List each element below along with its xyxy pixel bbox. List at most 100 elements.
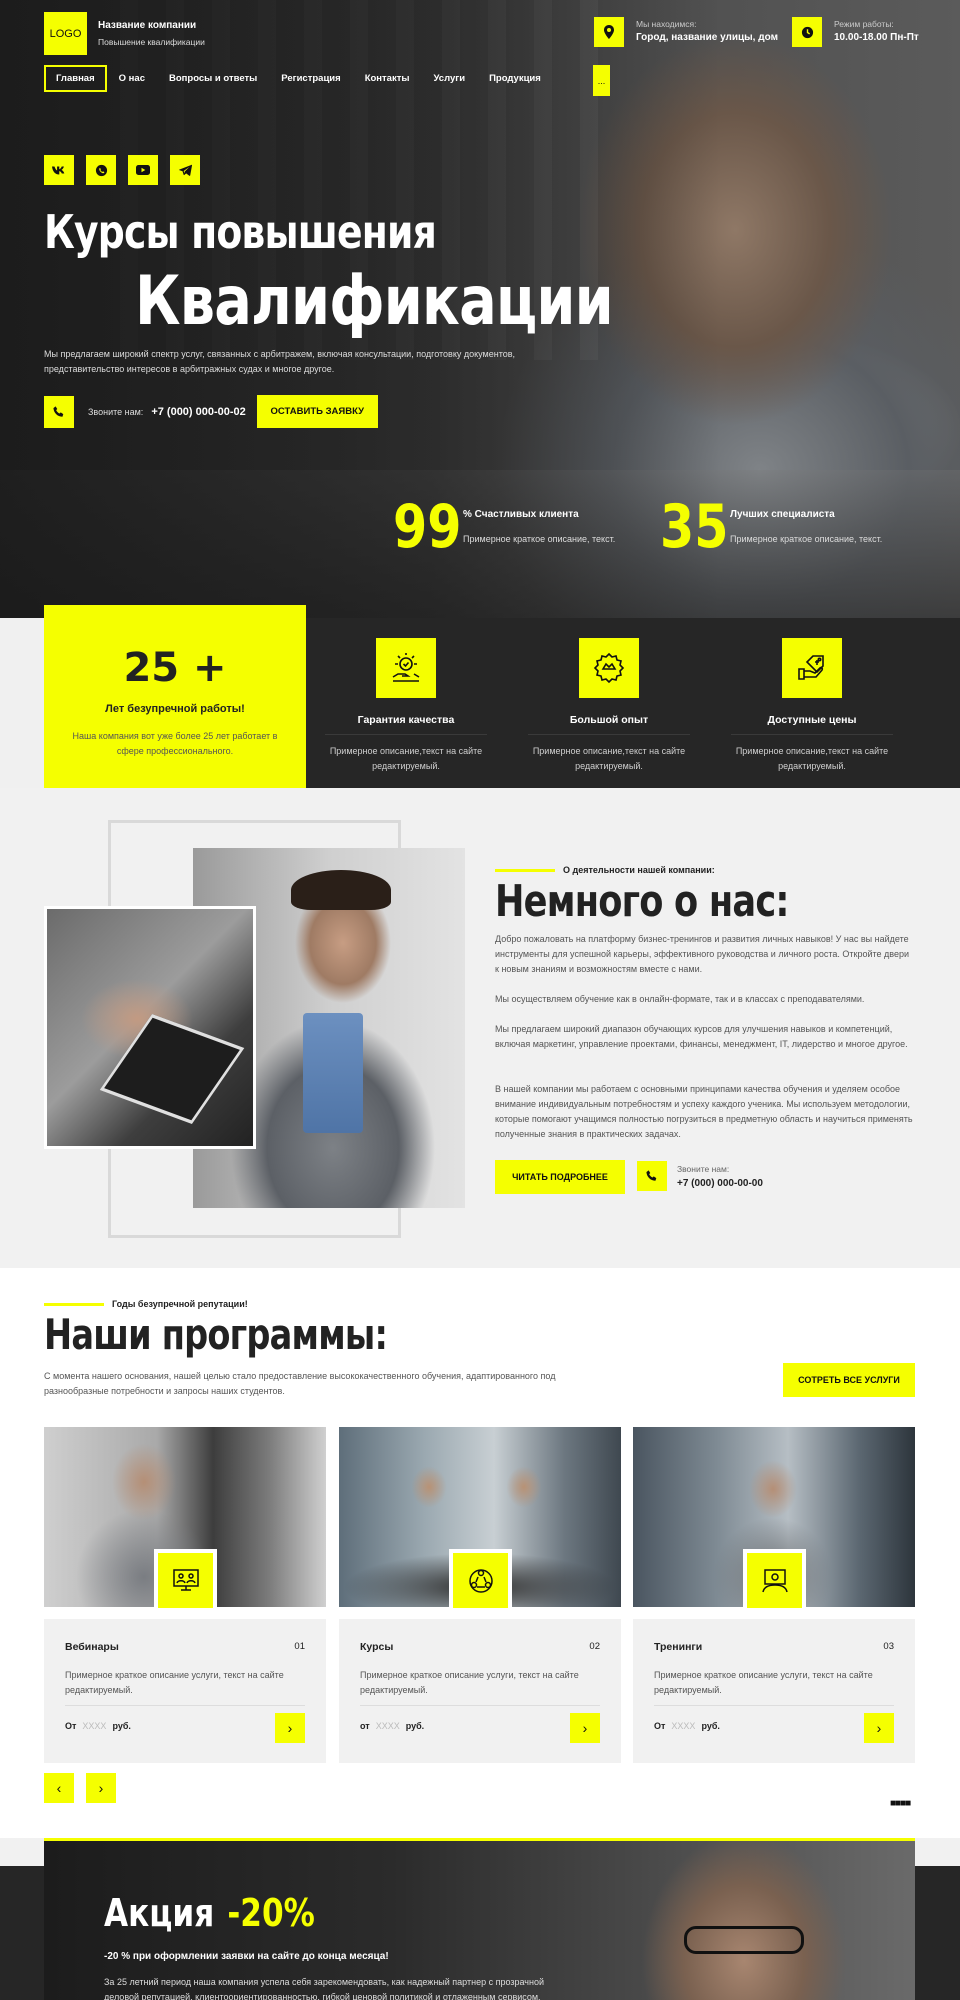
card-price: От XXXX руб. [65, 1721, 131, 1731]
price-icon [782, 638, 842, 698]
experience-icon [579, 638, 639, 698]
hours-info: Режим работы: 10.00-18.00 Пн-Пт [792, 17, 919, 47]
card-title: Вебинары [65, 1641, 119, 1653]
card-description: Примерное краткое описание услуги, текст… [360, 1670, 579, 1695]
nav-item-products[interactable]: Продукция [477, 65, 553, 92]
slider-dots[interactable]: ■■■■ [890, 1798, 911, 1809]
promo-title-text: Акция [104, 1891, 215, 1935]
years-description: Наша компания вот уже более 25 лет работ… [72, 731, 278, 756]
promo-discount: -20% [227, 1891, 315, 1935]
about-paragraph: В нашей компании мы работаем с основными… [495, 1084, 913, 1139]
hero-call-label: Звоните нам: [88, 406, 144, 417]
feature-desc: Примерное описание,текст на сайте редакт… [532, 746, 686, 771]
card-number: 01 [294, 1641, 305, 1652]
years-title: Лет безупречной работы! [105, 703, 245, 715]
nav-item-home[interactable]: Главная [44, 65, 107, 92]
feature-experience: Большой опыт Примерное описание,текст на… [528, 638, 690, 774]
logo[interactable]: LOGO [44, 12, 87, 55]
stat-number: 35 [660, 492, 729, 562]
card-title: Тренинги [654, 1641, 703, 1653]
years-card: 25 + Лет безупречной работы! Наша компан… [44, 605, 306, 788]
stat-specialists: 35 Лучших специалиста Примерное краткое … [660, 497, 882, 557]
courses-icon [449, 1549, 512, 1612]
about-paragraph: Мы предлагаем широкий диапазон обучающих… [495, 1024, 908, 1049]
nav-item-services[interactable]: Услуги [421, 65, 477, 92]
hero-title-line2: Квалификации [135, 262, 614, 341]
about-title: Немного о нас: [495, 876, 790, 927]
company-subtitle: Повышение квалификации [98, 37, 205, 47]
about-phone[interactable]: +7 (000) 000-00-00 [677, 1178, 763, 1189]
social-links [44, 155, 200, 185]
promo-section: Акция -20% -20 % при оформлении заявки н… [0, 1838, 960, 2000]
hero-call-row: Звоните нам: +7 (000) 000-00-02 ОСТАВИТЬ… [44, 395, 378, 428]
whatsapp-icon[interactable] [86, 155, 116, 185]
webinar-icon [154, 1549, 217, 1612]
program-card-webinars[interactable]: Вебинары 01 Примерное краткое описание у… [44, 1427, 326, 1763]
phone-icon[interactable] [44, 395, 74, 428]
phone-icon[interactable] [637, 1161, 667, 1191]
card-price: от XXXX руб. [360, 1721, 425, 1731]
hours-value: 10.00-18.00 Пн-Пт [834, 32, 919, 43]
hours-label: Режим работы: [834, 19, 894, 29]
about-call-block: Звоните нам: +7 (000) 000-00-00 [637, 1161, 763, 1191]
clock-icon [792, 17, 822, 47]
card-number: 02 [589, 1641, 600, 1652]
program-card-courses[interactable]: Курсы 02 Примерное краткое описание услу… [339, 1427, 621, 1763]
main-nav: Главная О нас Вопросы и ответы Регистрац… [44, 65, 553, 92]
location-info: Мы находимся: Город, название улицы, дом [594, 17, 778, 47]
nav-more-button[interactable]: ... [593, 65, 610, 96]
promo-title: Акция -20% [104, 1891, 315, 1935]
card-title: Курсы [360, 1641, 394, 1653]
location-label: Мы находимся: [636, 19, 697, 29]
nav-item-about[interactable]: О нас [107, 65, 157, 92]
feature-title: Доступные цены [731, 714, 893, 735]
feature-prices: Доступные цены Примерное описание,текст … [731, 638, 893, 774]
programs-section: Годы безупречной репутации! Наши програм… [0, 1268, 960, 1838]
chevron-right-icon[interactable]: › [570, 1713, 600, 1743]
read-more-button[interactable]: ЧИТАТЬ ПОДРОБНЕЕ [495, 1160, 625, 1194]
stat-title: Лучших специалиста [730, 509, 835, 520]
about-paragraph: Мы осуществляем обучение как в онлайн-фо… [495, 994, 865, 1004]
programs-eyebrow-text: Годы безупречной репутации! [112, 1299, 248, 1309]
program-card-trainings[interactable]: Тренинги 03 Примерное краткое описание у… [633, 1427, 915, 1763]
stat-number: 99 [393, 492, 462, 562]
location-pin-icon [594, 17, 624, 47]
nav-item-contacts[interactable]: Контакты [353, 65, 422, 92]
features-section: 25 + Лет безупречной работы! Наша компан… [0, 605, 960, 788]
slider-next-button[interactable]: › [86, 1773, 116, 1803]
programs-eyebrow: Годы безупречной репутации! [44, 1299, 248, 1309]
hero-phone[interactable]: +7 (000) 000-00-02 [151, 406, 245, 418]
nav-item-registration[interactable]: Регистрация [269, 65, 352, 92]
card-number: 03 [883, 1641, 894, 1652]
all-services-button[interactable]: СОТРЕТЬ ВСЕ УСЛУГИ [783, 1363, 915, 1397]
card-description: Примерное краткое описание услуги, текст… [65, 1670, 284, 1695]
feature-title: Гарантия качества [325, 714, 487, 735]
training-icon [743, 1549, 806, 1612]
vk-icon[interactable] [44, 155, 74, 185]
promo-subtitle: -20 % при оформлении заявки на сайте до … [104, 1951, 389, 1962]
leave-request-button[interactable]: ОСТАВИТЬ ЗАЯВКУ [256, 395, 378, 428]
stat-desc: Примерное краткое описание, текст. [463, 534, 616, 544]
years-number: 25 + [123, 645, 227, 691]
slider-prev-button[interactable]: ‹ [44, 1773, 74, 1803]
about-section: О деятельности нашей компании: Немного о… [0, 788, 960, 1268]
stat-desc: Примерное краткое описание, текст. [730, 534, 883, 544]
company-name: Название компании [98, 20, 197, 31]
hero-title-line1: Курсы повышения [44, 205, 437, 259]
card-description: Примерное краткое описание услуги, текст… [654, 1670, 873, 1695]
hero-section: LOGO Название компании Повышение квалифи… [0, 0, 960, 618]
quality-icon [376, 638, 436, 698]
stat-happy-clients: 99 % Счастливых клиента Примерное кратко… [393, 497, 615, 557]
hero-description: Мы предлагаем широкий спектр услуг, связ… [44, 349, 516, 374]
promo-description: За 25 летний период наша компания успела… [104, 1977, 544, 2000]
stat-title: % Счастливых клиента [463, 509, 579, 520]
chevron-right-icon[interactable]: › [275, 1713, 305, 1743]
chevron-right-icon[interactable]: › [864, 1713, 894, 1743]
youtube-icon[interactable] [128, 155, 158, 185]
telegram-icon[interactable] [170, 155, 200, 185]
promo-banner: Акция -20% -20 % при оформлении заявки н… [44, 1838, 915, 2000]
about-eyebrow-text: О деятельности нашей компании: [563, 865, 715, 875]
nav-item-faq[interactable]: Вопросы и ответы [157, 65, 269, 92]
about-call-label: Звоните нам: [677, 1163, 730, 1174]
feature-title: Большой опыт [528, 714, 690, 735]
